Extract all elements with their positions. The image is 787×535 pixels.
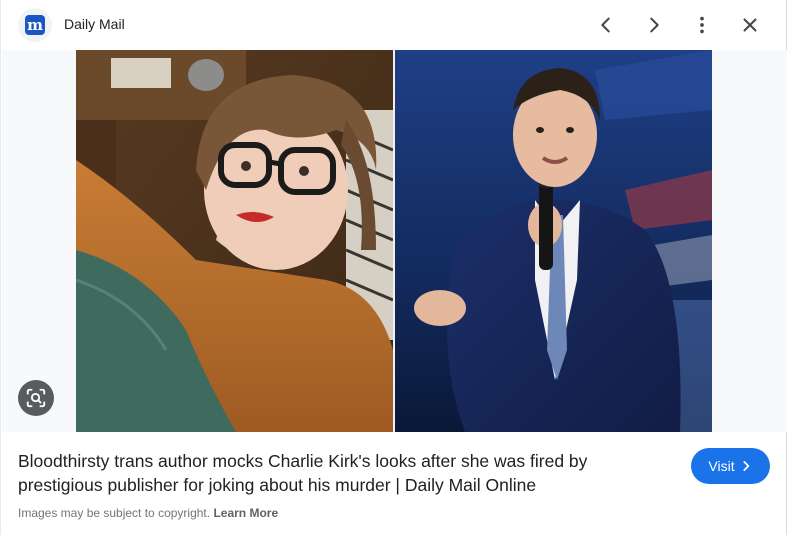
previous-button[interactable]	[587, 6, 625, 44]
left-photo	[76, 50, 393, 432]
right-photo	[395, 50, 712, 432]
visit-button-label: Visit	[708, 458, 735, 474]
chevron-right-icon	[650, 17, 659, 33]
speaker-image	[395, 50, 712, 432]
learn-more-link[interactable]: Learn More	[213, 506, 278, 520]
preview-header: m Daily Mail	[1, 0, 787, 50]
image-title[interactable]: Bloodthirsty trans author mocks Charlie …	[18, 449, 658, 497]
site-favicon[interactable]: m	[18, 8, 52, 42]
daily-mail-logo-icon: m	[25, 15, 45, 35]
chevron-left-icon	[601, 17, 610, 33]
more-vert-icon	[700, 16, 704, 34]
author-selfie-image	[76, 50, 393, 432]
close-icon	[743, 18, 757, 32]
image-preview-panel: m Daily Mail Bloodthirsty trans author m…	[0, 0, 787, 535]
next-button[interactable]	[635, 6, 673, 44]
copyright-text: Images may be subject to copyright.	[18, 506, 211, 520]
google-lens-button[interactable]	[18, 380, 54, 416]
lens-search-icon	[26, 388, 46, 408]
copyright-notice: Images may be subject to copyright. Lear…	[18, 506, 278, 520]
more-options-button[interactable]	[683, 6, 721, 44]
close-button[interactable]	[731, 6, 769, 44]
visit-button[interactable]: Visit	[691, 448, 770, 484]
source-site-name[interactable]: Daily Mail	[64, 16, 125, 32]
preview-image-area[interactable]	[2, 50, 787, 432]
chevron-right-icon	[742, 461, 749, 471]
